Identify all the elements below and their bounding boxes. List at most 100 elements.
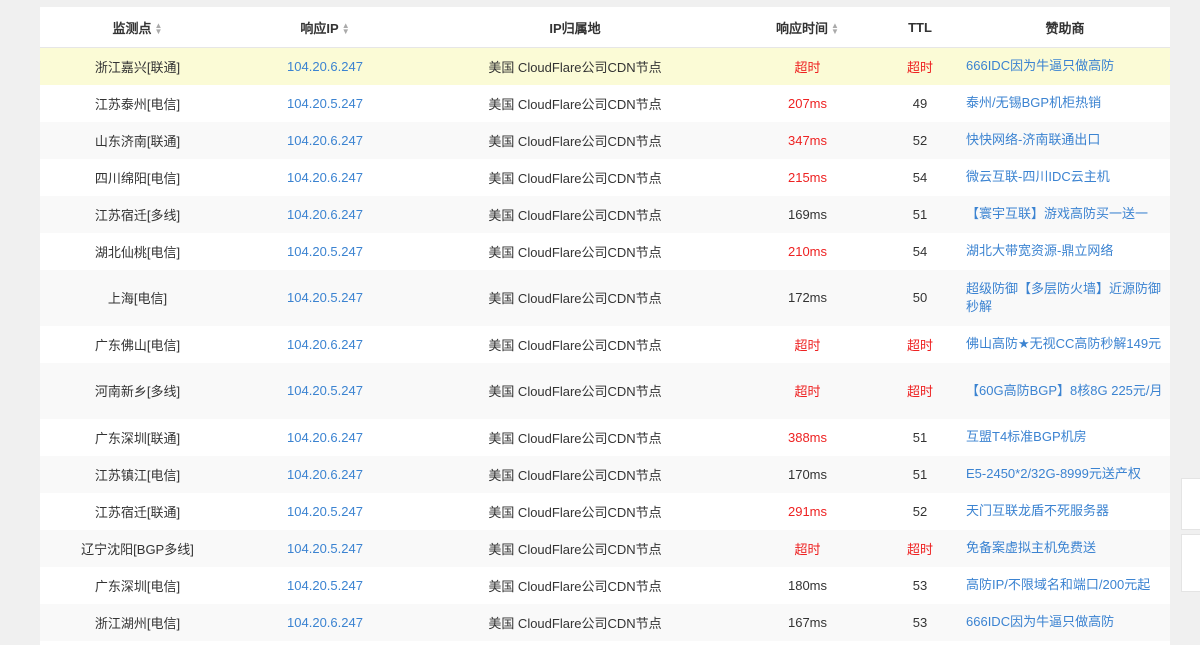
table-row: 河南新乡[多线] 104.20.5.247 美国 CloudFlare公司CDN节点… [40,362,1170,419]
ip-link[interactable]: 104.20.6.247 [235,456,415,493]
table-row: 辽宁沈阳[BGP多线] 104.20.5.247 美国 CloudFlare公司CD… [40,529,1170,567]
table-row: 江苏镇江[电信] 104.20.6.247 美国 CloudFlare公司CDN节点… [40,455,1170,493]
side-float-widget[interactable] [1181,478,1200,530]
column-header-geo: IP归属地 [415,3,735,48]
ip-link[interactable]: 104.20.6.247 [235,326,415,363]
response-time-cell: 超时 [794,384,821,399]
sponsor-link[interactable]: 高防IP/不限域名和端口/200元起 [960,567,1170,604]
ip-geo-cell: 美国 CloudFlare公司CDN节点 [488,337,662,353]
sponsor-link[interactable]: 湖北大带宽资源-鼎立网络 [960,233,1170,270]
ttl-cell: 52 [912,503,928,519]
ip-link[interactable]: 104.20.5.247 [235,363,415,419]
sponsor-link[interactable]: 【60G高防BGP】8核8G 225元/月 [960,363,1170,419]
ip-link[interactable]: 104.20.5.247 [235,493,415,530]
ttl-cell: 超时 [906,384,933,399]
column-header-time[interactable]: 响应时间 ▲ ▼ [735,3,880,48]
table-header-row: 监测点 ▲ ▼ 响应IP ▲ ▼ IP归属地 响应时间 ▲ ▼ TTL 赞助商 [40,3,1170,48]
sponsor-link[interactable]: E5-2450*2/32G-8999元送产权 [960,456,1170,493]
ttl-cell: 51 [912,429,928,445]
sponsor-link[interactable]: 免备案虚拟主机免费送 [960,530,1170,567]
location-cell: 四川绵阳[电信] [94,170,181,186]
location-cell: 浙江湖州[电信] [94,615,181,631]
ip-geo-cell: 美国 CloudFlare公司CDN节点 [488,541,662,557]
ip-link[interactable]: 104.20.5.247 [235,567,415,604]
sort-arrows-icon[interactable]: ▲ ▼ [155,22,163,36]
response-time-cell: 210ms [787,243,828,259]
location-cell: 广东深圳[电信] [94,578,181,594]
ip-geo-cell: 美国 CloudFlare公司CDN节点 [488,291,662,306]
location-cell: 湖北仙桃[电信] [94,244,181,260]
ip-geo-cell: 美国 CloudFlare公司CDN节点 [488,207,662,223]
side-float-widget[interactable] [1181,534,1200,592]
ttl-cell: 49 [912,95,928,111]
response-time-cell: 180ms [787,577,828,593]
location-cell: 江苏宿迁[联通] [94,504,181,520]
ip-link[interactable]: 104.20.6.247 [235,122,415,159]
location-cell: 江苏泰州[电信] [94,96,181,112]
ip-geo-cell: 美国 CloudFlare公司CDN节点 [488,96,662,112]
column-header-location[interactable]: 监测点 ▲ ▼ [40,3,235,48]
column-header-sponsor: 赞助商 [960,3,1170,48]
sponsor-link[interactable]: 666IDC因为牛逼只做高防 [960,48,1170,85]
table-row: 广东深圳[电信] 104.20.5.247 美国 CloudFlare公司CDN节点… [40,566,1170,604]
ip-geo-cell: 美国 CloudFlare公司CDN节点 [488,384,662,399]
sort-arrows-icon[interactable]: ▲ ▼ [342,22,350,36]
response-time-cell: 超时 [794,541,821,557]
location-cell: 江苏镇江[电信] [94,467,181,483]
sponsor-link[interactable]: 【寰宇互联】游戏高防买一送一 [960,196,1170,233]
sponsor-link[interactable]: 互盟T4标准BGP机房 [960,419,1170,456]
column-header-ttl: TTL [880,3,960,48]
location-cell: 辽宁沈阳[BGP多线] [81,541,194,557]
sponsor-link[interactable]: 佛山高防★无视CC高防秒解149元 [960,326,1170,363]
ttl-cell: 53 [912,577,928,593]
ip-geo-cell: 美国 CloudFlare公司CDN节点 [488,430,662,446]
ip-geo-cell: 美国 CloudFlare公司CDN节点 [488,133,662,149]
ip-link[interactable]: 104.20.6.247 [235,196,415,233]
ip-geo-cell: 美国 CloudFlare公司CDN节点 [488,504,662,520]
ip-link[interactable]: 104.20.6.247 [235,604,415,641]
table-row: 湖北仙桃[电信] 104.20.5.247 美国 CloudFlare公司CDN节点… [40,232,1170,270]
ttl-cell: 50 [912,290,928,305]
response-time-cell: 超时 [794,59,821,75]
table-row: 江苏宿迁[联通] 104.20.5.247 美国 CloudFlare公司CDN节点… [40,492,1170,530]
ip-geo-cell: 美国 CloudFlare公司CDN节点 [488,467,662,483]
response-time-cell: 291ms [787,503,828,519]
sponsor-link[interactable]: 快快网络-济南联通出口 [960,122,1170,159]
ip-link[interactable]: 104.20.5.247 [235,85,415,122]
sponsor-link[interactable]: 泰州/无锡BGP机柜热销 [960,85,1170,122]
ttl-cell: 54 [912,243,928,259]
location-cell: 广东佛山[电信] [94,337,181,353]
ttl-cell: 54 [912,169,928,185]
location-cell: 浙江嘉兴[联通] [94,59,181,75]
ip-link[interactable]: 104.20.5.247 [235,530,415,567]
ip-link[interactable]: 104.20.5.247 [235,233,415,270]
response-time-cell: 215ms [787,169,828,185]
ip-link[interactable]: 104.20.6.247 [235,159,415,196]
table-body: 浙江嘉兴[联通] 104.20.6.247 美国 CloudFlare公司CDN节点… [40,47,1170,641]
ip-geo-cell: 美国 CloudFlare公司CDN节点 [488,170,662,186]
table-row: 四川绵阳[电信] 104.20.6.247 美国 CloudFlare公司CDN节点… [40,158,1170,196]
ip-link[interactable]: 104.20.6.247 [235,419,415,456]
response-time-cell: 388ms [787,429,828,445]
table-row: 广东深圳[联通] 104.20.6.247 美国 CloudFlare公司CDN节点… [40,418,1170,456]
table-row: 浙江嘉兴[联通] 104.20.6.247 美国 CloudFlare公司CDN节点… [40,47,1170,85]
ip-geo-cell: 美国 CloudFlare公司CDN节点 [488,578,662,594]
ping-results-table: 监测点 ▲ ▼ 响应IP ▲ ▼ IP归属地 响应时间 ▲ ▼ TTL 赞助商 浙江嘉兴[联… [40,0,1170,641]
sort-arrows-icon[interactable]: ▲ ▼ [831,22,839,36]
sponsor-link[interactable]: 超级防御【多层防火墙】近源防御秒解 [960,270,1170,326]
ip-geo-cell: 美国 CloudFlare公司CDN节点 [488,59,662,75]
location-cell: 广东深圳[联通] [94,430,181,446]
response-time-cell: 超时 [794,337,821,353]
column-header-ip[interactable]: 响应IP ▲ ▼ [235,3,415,48]
ip-link[interactable]: 104.20.5.247 [235,270,415,326]
response-time-cell: 170ms [787,466,828,482]
ttl-cell: 51 [912,206,928,222]
ip-geo-cell: 美国 CloudFlare公司CDN节点 [488,244,662,260]
sponsor-link[interactable]: 微云互联-四川IDC云主机 [960,159,1170,196]
table-row: 浙江湖州[电信] 104.20.6.247 美国 CloudFlare公司CDN节点… [40,603,1170,641]
sponsor-link[interactable]: 666IDC因为牛逼只做高防 [960,604,1170,641]
ip-link[interactable]: 104.20.6.247 [235,48,415,85]
response-time-cell: 169ms [787,206,828,222]
location-cell: 江苏宿迁[多线] [94,207,181,223]
sponsor-link[interactable]: 天门互联龙盾不死服务器 [960,493,1170,530]
